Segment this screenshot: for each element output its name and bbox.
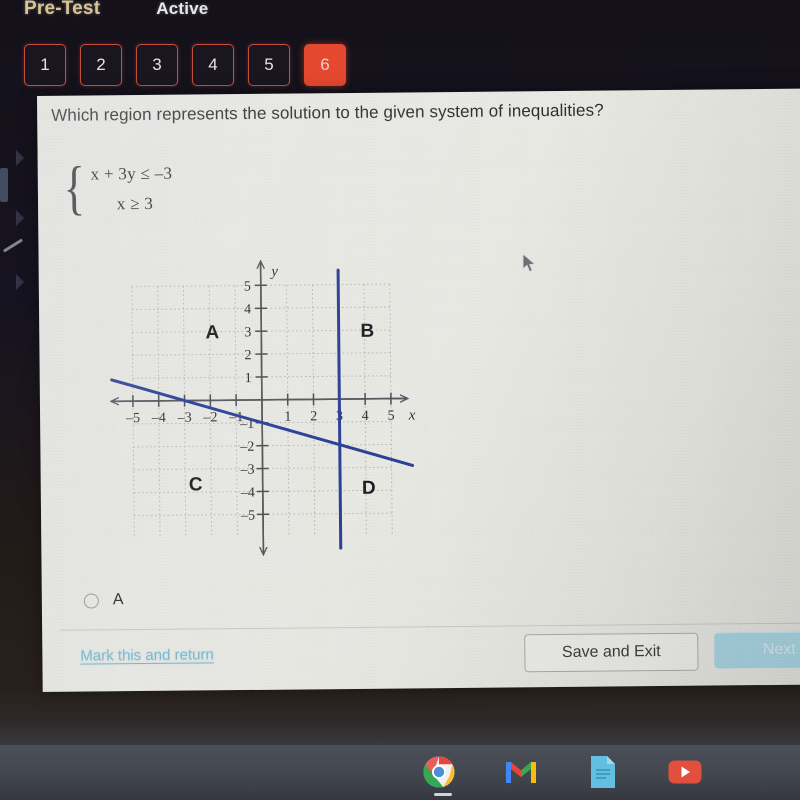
answer-option-a[interactable]: A (83, 589, 124, 611)
y-tick-label: 5 (244, 279, 251, 294)
footer-divider (60, 622, 800, 631)
test-state-label: Active (156, 0, 209, 18)
edge-chevron-icon (16, 274, 24, 290)
question-prompt: Which region represents the solution to … (51, 100, 604, 125)
question-number-3[interactable]: 3 (136, 44, 178, 86)
panel-bottom-shadow (0, 690, 800, 748)
question-number-5[interactable]: 5 (248, 44, 290, 86)
y-tick-label: 3 (244, 325, 251, 340)
google-docs-icon[interactable] (584, 753, 622, 791)
y-tick-label: –4 (240, 486, 255, 501)
radio-button-a[interactable] (83, 592, 99, 609)
y-axis-tick-labels: 5 4 3 2 1 –1 –2 –3 –4 –5 (239, 279, 255, 523)
coordinate-graph-svg: –5 –4 –3 –2 –1 1 2 3 4 5 5 4 3 2 (101, 252, 416, 570)
region-label-a: A (205, 322, 219, 343)
test-name-label: Pre-Test (24, 0, 101, 19)
photographed-screen: Pre-Test Active 1 2 3 4 5 6 Which region… (0, 0, 800, 800)
edge-chevron-icon (16, 210, 24, 226)
chrome-icon[interactable] (420, 753, 458, 791)
x-tick-label: –3 (177, 411, 192, 426)
region-label-b: B (360, 321, 374, 342)
next-button[interactable]: Next (714, 631, 800, 669)
x-tick-label: 1 (284, 410, 291, 425)
save-and-exit-button[interactable]: Save and Exit (524, 632, 699, 673)
x-tick-label: 5 (388, 409, 395, 424)
x-axis-label: x (408, 407, 416, 423)
x-tick-label: 4 (362, 409, 369, 424)
chrome-running-indicator (434, 793, 452, 796)
quiz-content-panel: Which region represents the solution to … (37, 88, 800, 692)
boundary-line-vertical (336, 268, 343, 550)
y-axis-label: y (269, 264, 278, 280)
gmail-icon[interactable] (502, 753, 540, 791)
test-status-row: Pre-Test Active (24, 0, 208, 20)
y-tick-label: 4 (244, 302, 251, 317)
region-label-d: D (362, 478, 376, 499)
y-tick-label: –2 (239, 440, 254, 455)
system-brace: { (63, 154, 86, 221)
question-number-4[interactable]: 4 (192, 44, 234, 86)
y-tick-label: –5 (240, 508, 255, 523)
x-tick-label: –4 (151, 411, 166, 426)
question-number-nav[interactable]: 1 2 3 4 5 6 (24, 44, 346, 86)
mark-this-and-return-link[interactable]: Mark this and return (80, 646, 214, 664)
question-number-2[interactable]: 2 (80, 44, 122, 86)
edge-sidebar-marker (0, 168, 8, 202)
os-taskbar (0, 745, 800, 800)
system-equations: x + 3y ≤ –3 x ≥ 3 (90, 159, 172, 216)
coordinate-graph: –5 –4 –3 –2 –1 1 2 3 4 5 5 4 3 2 (101, 252, 424, 570)
y-tick-label: –3 (240, 463, 255, 478)
youtube-icon[interactable] (666, 753, 704, 791)
y-tick-label: 2 (244, 348, 251, 363)
inequality-2: x ≥ 3 (116, 193, 154, 214)
inequality-1: x + 3y ≤ –3 (90, 163, 173, 184)
y-tick-label: 1 (245, 371, 252, 386)
taskbar-icon-group (420, 753, 704, 791)
question-number-6[interactable]: 6 (304, 44, 346, 86)
edge-chevron-icon (16, 150, 24, 166)
x-tick-label: 2 (310, 409, 317, 424)
x-tick-label: –2 (202, 410, 217, 425)
question-number-1[interactable]: 1 (24, 44, 66, 86)
answer-label-a: A (112, 591, 124, 609)
region-label-c: C (189, 474, 203, 495)
answer-options-list: A (83, 589, 124, 611)
system-of-inequalities: { x + 3y ≤ –3 x ≥ 3 (60, 154, 173, 221)
x-tick-label: –5 (125, 411, 140, 426)
quiz-header: Pre-Test Active 1 2 3 4 5 6 (0, 0, 800, 100)
